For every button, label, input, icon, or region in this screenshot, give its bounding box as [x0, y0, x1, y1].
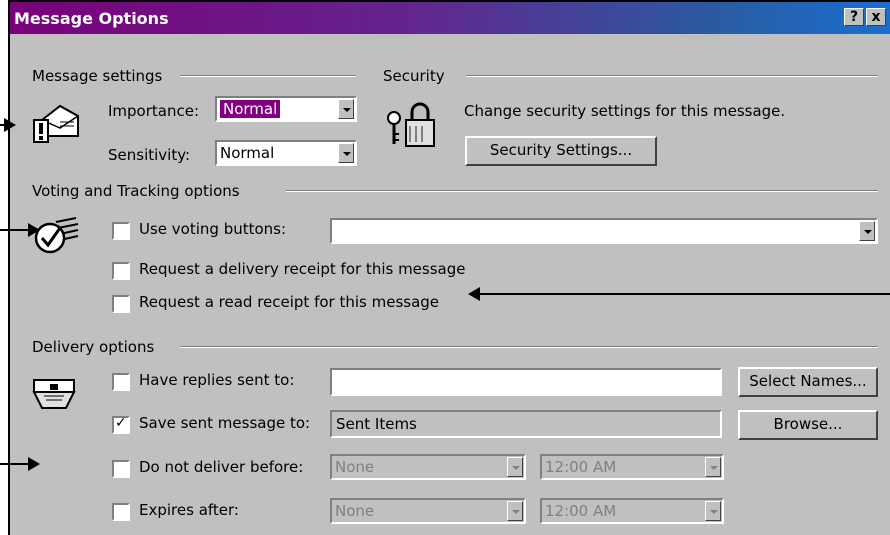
- annotation-arrowhead-voting: [28, 223, 40, 237]
- read-receipt-checkbox[interactable]: [112, 295, 130, 313]
- annotation-arrowhead-read-receipt: [468, 287, 480, 301]
- close-button[interactable]: x: [866, 8, 886, 26]
- do-not-deliver-time-select[interactable]: 12:00 AM: [540, 454, 724, 480]
- do-not-deliver-date-value: None: [335, 458, 375, 476]
- padlock-keys-icon: [382, 98, 442, 154]
- select-names-button[interactable]: Select Names...: [738, 367, 878, 397]
- save-sent-checkbox[interactable]: [112, 415, 130, 434]
- sensitivity-value: Normal: [220, 144, 275, 162]
- expires-time-arrow-icon[interactable]: [705, 501, 721, 521]
- expires-date-value: None: [335, 502, 375, 520]
- importance-value: Normal: [220, 100, 281, 118]
- voting-group-label: Voting and Tracking options: [32, 182, 240, 200]
- sensitivity-label: Sensitivity:: [108, 146, 191, 164]
- annotation-arrowhead-delivery: [28, 457, 40, 471]
- importance-dropdown-arrow-icon[interactable]: [338, 99, 354, 119]
- voting-dropdown-arrow-icon[interactable]: [859, 221, 875, 241]
- save-sent-folder-value: Sent Items: [336, 415, 417, 433]
- expires-time-value: 12:00 AM: [545, 502, 617, 520]
- save-sent-label: Save sent message to:: [139, 414, 311, 432]
- delivery-receipt-checkbox[interactable]: [112, 262, 130, 280]
- delivery-receipt-label: Request a delivery receipt for this mess…: [139, 260, 466, 278]
- expires-label: Expires after:: [139, 501, 239, 519]
- annotation-arrow-voting: [0, 229, 30, 231]
- do-not-deliver-date-select[interactable]: None: [330, 454, 526, 480]
- security-settings-button[interactable]: Security Settings...: [465, 136, 657, 166]
- help-button[interactable]: ?: [844, 8, 864, 26]
- voting-divider: [286, 190, 878, 192]
- delivery-divider: [180, 346, 878, 348]
- security-description: Change security settings for this messag…: [464, 102, 786, 120]
- do-not-deliver-time-arrow-icon[interactable]: [705, 457, 721, 477]
- do-not-deliver-checkbox[interactable]: [112, 460, 130, 478]
- title-bar[interactable]: Message Options ? x: [10, 2, 890, 34]
- use-voting-label: Use voting buttons:: [139, 220, 287, 238]
- message-options-dialog: Message Options ? x Message settings Imp…: [8, 0, 890, 535]
- importance-label: Importance:: [108, 102, 200, 120]
- do-not-deliver-label: Do not deliver before:: [139, 458, 304, 476]
- read-receipt-label: Request a read receipt for this message: [139, 293, 440, 311]
- use-voting-checkbox[interactable]: [112, 222, 130, 240]
- voting-buttons-select[interactable]: [330, 218, 878, 244]
- message-settings-divider: [180, 75, 356, 77]
- window-title: Message Options: [14, 9, 169, 28]
- expires-checkbox[interactable]: [112, 503, 130, 521]
- security-group-label: Security: [383, 67, 445, 85]
- expires-time-select[interactable]: 12:00 AM: [540, 498, 724, 524]
- have-replies-label: Have replies sent to:: [139, 371, 295, 389]
- do-not-deliver-date-arrow-icon[interactable]: [507, 457, 523, 477]
- expires-date-arrow-icon[interactable]: [507, 501, 523, 521]
- delivery-group-label: Delivery options: [32, 338, 155, 356]
- expires-date-select[interactable]: None: [330, 498, 526, 524]
- security-divider: [466, 75, 878, 77]
- browse-button[interactable]: Browse...: [738, 410, 878, 440]
- message-settings-group-label: Message settings: [32, 67, 163, 85]
- save-sent-folder-field[interactable]: Sent Items: [330, 410, 722, 438]
- importance-select[interactable]: Normal: [215, 96, 357, 122]
- have-replies-checkbox[interactable]: [112, 373, 130, 391]
- annotation-arrow-read-receipt: [478, 293, 890, 295]
- sensitivity-dropdown-arrow-icon[interactable]: [338, 143, 354, 163]
- delivery-envelope-icon: [32, 376, 80, 416]
- do-not-deliver-time-value: 12:00 AM: [545, 458, 617, 476]
- envelope-importance-icon: [32, 102, 82, 152]
- replies-to-input[interactable]: [330, 368, 722, 396]
- annotation-arrow-delivery: [0, 463, 30, 465]
- annotation-arrowhead-importance: [4, 118, 16, 132]
- sensitivity-select[interactable]: Normal: [215, 140, 357, 166]
